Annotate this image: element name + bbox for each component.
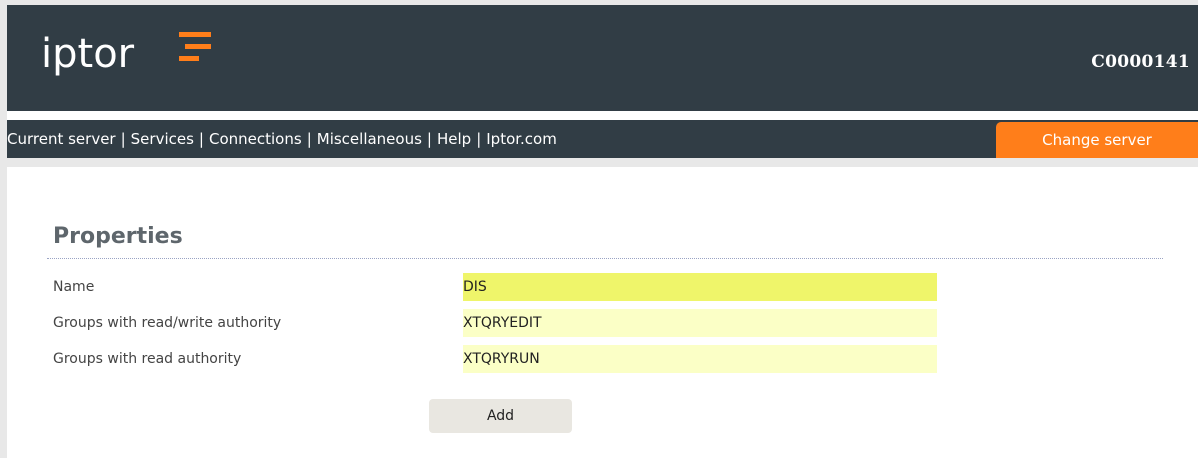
nav-help[interactable]: Help [437, 130, 471, 148]
nav-miscellaneous[interactable]: Miscellaneous [317, 130, 422, 148]
nav-separator: | [306, 130, 312, 148]
iptor-logo: iptor [41, 31, 211, 77]
read-groups-field[interactable] [463, 345, 937, 373]
name-label: Name [53, 279, 95, 295]
nav-separator: | [120, 130, 126, 148]
nav-links: Current server | Services | Connections | Misc… [7, 130, 557, 148]
nav-bar: Current server | Services | Connections | Misc… [7, 120, 1198, 158]
nav-separator: | [198, 130, 204, 148]
read-write-groups-label: Groups with read/write authority [53, 315, 282, 331]
read-write-groups-field[interactable] [463, 309, 937, 337]
logo-bar-middle [185, 44, 211, 49]
read-groups-label: Groups with read authority [53, 351, 242, 367]
left-edge [0, 0, 7, 458]
server-id: C0000141 [1091, 52, 1190, 72]
logo-bar-bottom [179, 56, 199, 61]
nav-iptor-com[interactable]: Iptor.com [486, 130, 557, 148]
add-button[interactable]: Add [429, 399, 572, 433]
change-server-button[interactable]: Change server [996, 122, 1198, 158]
section-divider [47, 258, 1163, 259]
nav-current-server[interactable]: Current server [7, 130, 116, 148]
nav-services[interactable]: Services [131, 130, 194, 148]
nav-connections[interactable]: Connections [209, 130, 302, 148]
name-field[interactable] [463, 273, 937, 301]
properties-title: Properties [53, 224, 183, 249]
nav-subbar [7, 158, 1198, 167]
nav-separator: | [426, 130, 432, 148]
nav-separator: | [476, 130, 482, 148]
page: iptor C0000141 Current server | Services | C… [0, 0, 1198, 458]
logo-bar-top [179, 32, 211, 37]
logo-text: iptor [41, 31, 135, 77]
header-bar: iptor C0000141 [7, 5, 1198, 111]
